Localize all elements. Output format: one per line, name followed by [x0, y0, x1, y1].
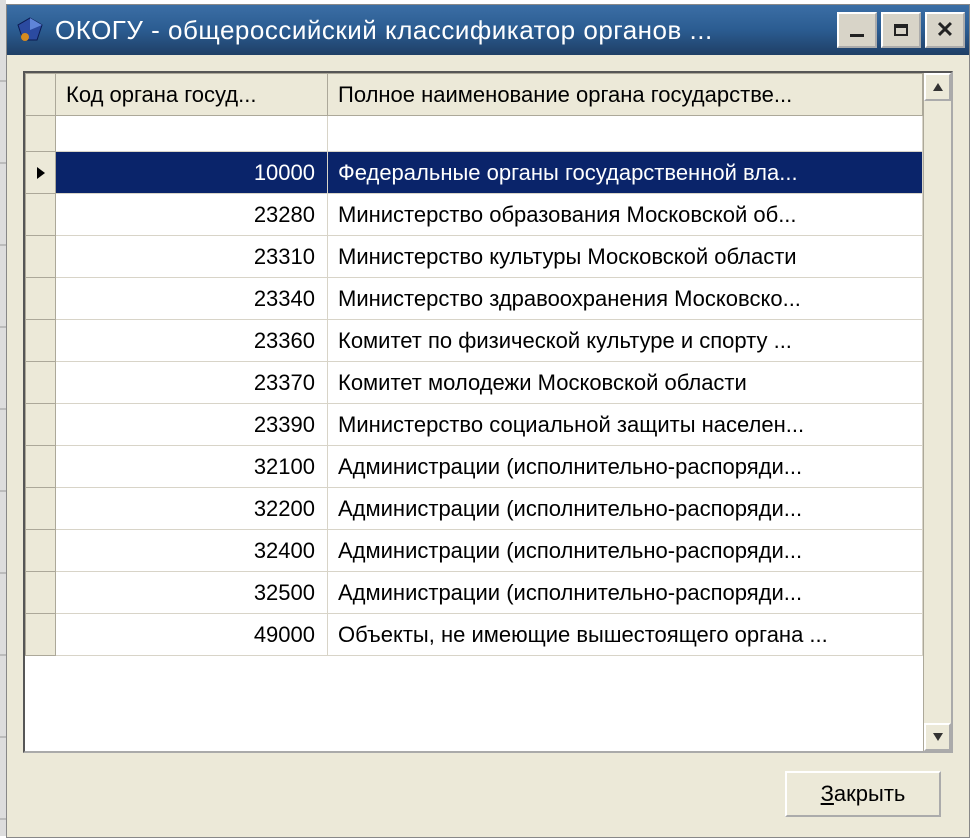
code-cell[interactable]: 23370: [56, 362, 328, 404]
app-window: ОКОГУ - общероссийский классификатор орг…: [6, 4, 970, 838]
row-indicator: [26, 572, 56, 614]
table-row[interactable]: 32200Администрации (исполнительно-распор…: [26, 488, 923, 530]
titlebar[interactable]: ОКОГУ - общероссийский классификатор орг…: [7, 5, 969, 55]
table-row[interactable]: 23390Министерство социальной защиты насе…: [26, 404, 923, 446]
name-header[interactable]: Полное наименование органа государстве..…: [328, 74, 923, 116]
code-filter[interactable]: [56, 116, 328, 152]
code-cell[interactable]: 32200: [56, 488, 328, 530]
code-cell[interactable]: 32500: [56, 572, 328, 614]
row-indicator: [26, 488, 56, 530]
row-indicator: [26, 530, 56, 572]
name-cell[interactable]: Комитет молодежи Московской области: [328, 362, 923, 404]
table-row[interactable]: 49000Объекты, не имеющие вышестоящего ор…: [26, 614, 923, 656]
row-indicator: [26, 194, 56, 236]
code-header[interactable]: Код органа госуд...: [56, 74, 328, 116]
scroll-up-button[interactable]: [924, 73, 951, 101]
table-row[interactable]: 23360Комитет по физической культуре и сп…: [26, 320, 923, 362]
client-area: Код органа госуд... Полное наименование …: [7, 55, 969, 837]
scroll-down-button[interactable]: [924, 723, 951, 751]
name-filter[interactable]: [328, 116, 923, 152]
code-cell[interactable]: 49000: [56, 614, 328, 656]
name-cell[interactable]: Министерство образования Московской об..…: [328, 194, 923, 236]
code-cell[interactable]: 23310: [56, 236, 328, 278]
maximize-button[interactable]: [881, 12, 921, 48]
name-cell[interactable]: Министерство социальной защиты населен..…: [328, 404, 923, 446]
table-row[interactable]: 10000Федеральные органы государственной …: [26, 152, 923, 194]
code-cell[interactable]: 23280: [56, 194, 328, 236]
row-indicator: [26, 278, 56, 320]
app-icon: [15, 15, 45, 45]
current-row-icon: [35, 166, 47, 180]
table-row[interactable]: 23310Министерство культуры Московской об…: [26, 236, 923, 278]
row-indicator: [26, 614, 56, 656]
name-cell[interactable]: Комитет по физической культуре и спорту …: [328, 320, 923, 362]
row-indicator: [26, 320, 56, 362]
name-cell[interactable]: Администрации (исполнительно-распоряди..…: [328, 488, 923, 530]
name-cell[interactable]: Министерство здравоохранения Московско..…: [328, 278, 923, 320]
filter-indicator: [26, 116, 56, 152]
row-indicator: [26, 152, 56, 194]
data-grid[interactable]: Код органа госуд... Полное наименование …: [23, 71, 953, 753]
row-indicator: [26, 404, 56, 446]
filter-row[interactable]: [26, 116, 923, 152]
name-cell[interactable]: Объекты, не имеющие вышестоящего органа …: [328, 614, 923, 656]
close-button[interactable]: Закрыть: [785, 771, 941, 817]
row-indicator: [26, 446, 56, 488]
code-cell[interactable]: 23340: [56, 278, 328, 320]
code-cell[interactable]: 23360: [56, 320, 328, 362]
code-cell[interactable]: 10000: [56, 152, 328, 194]
row-indicator: [26, 362, 56, 404]
table-row[interactable]: 23340Министерство здравоохранения Москов…: [26, 278, 923, 320]
minimize-button[interactable]: [837, 12, 877, 48]
row-indicator: [26, 236, 56, 278]
dialog-footer: Закрыть: [23, 753, 953, 823]
code-cell[interactable]: 23390: [56, 404, 328, 446]
table-row[interactable]: 32500Администрации (исполнительно-распор…: [26, 572, 923, 614]
name-cell[interactable]: Федеральные органы государственной вла..…: [328, 152, 923, 194]
close-button-accel: З: [821, 781, 834, 806]
header-row: Код органа госуд... Полное наименование …: [26, 74, 923, 116]
table-row[interactable]: 32100Администрации (исполнительно-распор…: [26, 446, 923, 488]
close-button-label: акрыть: [834, 781, 905, 806]
name-cell[interactable]: Администрации (исполнительно-распоряди..…: [328, 446, 923, 488]
window-title: ОКОГУ - общероссийский классификатор орг…: [55, 15, 829, 46]
indicator-header: [26, 74, 56, 116]
name-cell[interactable]: Министерство культуры Московской области: [328, 236, 923, 278]
name-cell[interactable]: Администрации (исполнительно-распоряди..…: [328, 530, 923, 572]
table-row[interactable]: 23280Министерство образования Московской…: [26, 194, 923, 236]
vertical-scrollbar[interactable]: [923, 73, 951, 751]
code-cell[interactable]: 32100: [56, 446, 328, 488]
grid-table[interactable]: Код органа госуд... Полное наименование …: [25, 73, 923, 656]
table-row[interactable]: 32400Администрации (исполнительно-распор…: [26, 530, 923, 572]
code-cell[interactable]: 32400: [56, 530, 328, 572]
window-controls: ✕: [837, 12, 965, 48]
close-window-button[interactable]: ✕: [925, 12, 965, 48]
table-row[interactable]: 23370Комитет молодежи Московской области: [26, 362, 923, 404]
name-cell[interactable]: Администрации (исполнительно-распоряди..…: [328, 572, 923, 614]
